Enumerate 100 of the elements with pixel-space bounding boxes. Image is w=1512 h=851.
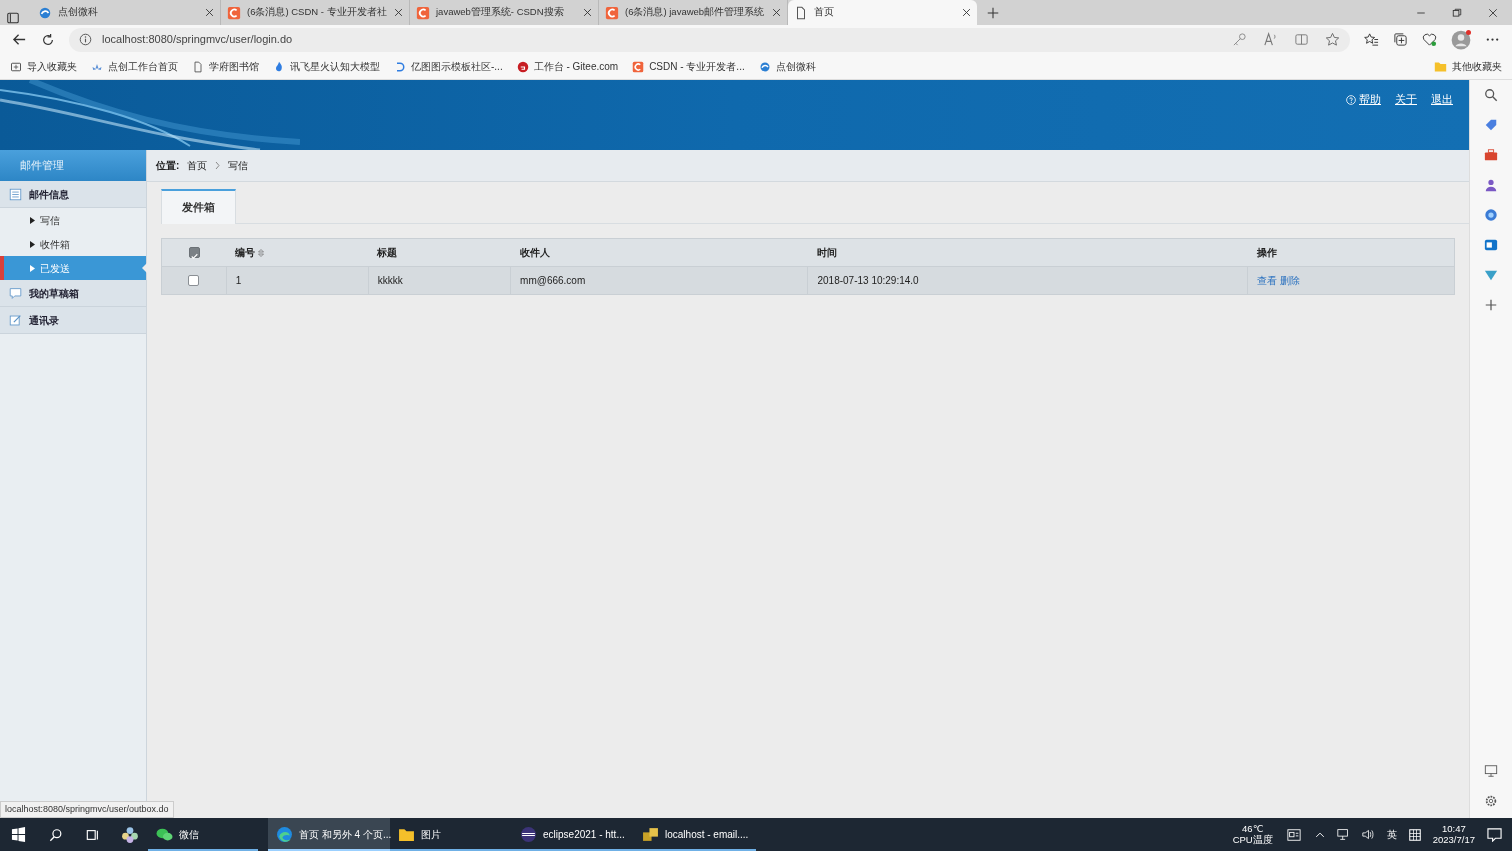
clock-time[interactable]: 10:47 xyxy=(1441,823,1466,835)
bookmark[interactable]: 点创微科 xyxy=(758,59,816,74)
table-cell: mm@666.com xyxy=(520,274,586,286)
heart-pulse-icon[interactable] xyxy=(1422,32,1437,47)
info-icon xyxy=(79,33,92,46)
bookmark[interactable]: 导入收藏夹 xyxy=(10,59,77,74)
new-tab-icon[interactable] xyxy=(987,7,999,19)
plus-icon[interactable] xyxy=(1484,298,1498,312)
edit-icon xyxy=(9,313,22,327)
flower-icon[interactable] xyxy=(120,825,139,844)
taskbar-app[interactable]: localhost - email.... xyxy=(634,818,756,851)
address-bar[interactable]: localhost:8080/springmvc/user/login.do xyxy=(69,27,1350,52)
boxes-icon xyxy=(642,826,659,843)
caret-icon xyxy=(30,264,35,272)
caret-icon xyxy=(30,240,35,248)
circle-icon[interactable] xyxy=(1484,208,1498,222)
keyboard-grid-icon[interactable] xyxy=(1408,828,1421,841)
bookmark[interactable]: 学府图书馆 xyxy=(192,59,259,74)
column-header: 时间 xyxy=(816,246,837,258)
close-icon[interactable] xyxy=(772,8,781,17)
volume-icon[interactable] xyxy=(1361,828,1375,841)
sidebar-group[interactable]: 通讯录 xyxy=(0,307,146,334)
restore-icon[interactable] xyxy=(1452,7,1462,18)
cpu-label: CPU温度 xyxy=(1232,834,1273,846)
collections-icon[interactable] xyxy=(1393,32,1408,47)
close-icon[interactable] xyxy=(205,8,214,17)
swirl-icon xyxy=(758,60,771,73)
windows-icon[interactable] xyxy=(11,827,26,842)
header-link[interactable]: 帮助 xyxy=(1346,92,1381,108)
chat-icon xyxy=(9,286,22,300)
help-icon xyxy=(1346,94,1356,105)
mail-icon[interactable] xyxy=(1484,238,1498,252)
tab[interactable]: 发件箱 xyxy=(161,189,236,224)
triangle-icon[interactable] xyxy=(1484,268,1498,282)
bookmark[interactable]: CSDN - 专业开发者... xyxy=(632,59,745,74)
sidebar-item[interactable]: 写信 xyxy=(0,208,146,232)
clock-date[interactable]: 2023/7/17 xyxy=(1432,834,1475,846)
gitee-icon xyxy=(516,60,529,73)
caret-icon xyxy=(30,216,35,224)
tab-actions-icon[interactable] xyxy=(6,11,20,25)
column-header[interactable]: 编号 xyxy=(235,246,256,258)
import-icon xyxy=(10,60,22,73)
bookmark[interactable]: 点创工作台首页 xyxy=(91,59,178,74)
refresh-icon[interactable] xyxy=(41,32,55,47)
close-icon[interactable] xyxy=(1488,7,1498,18)
table-cell: 2018-07-13 10:29:14.0 xyxy=(817,274,919,286)
bookmark[interactable]: 亿图图示模板社区-... xyxy=(394,59,503,74)
person-icon[interactable] xyxy=(1484,178,1498,192)
key-icon[interactable] xyxy=(1232,32,1247,47)
page-icon xyxy=(192,60,204,73)
checkbox[interactable] xyxy=(188,247,200,259)
back-icon[interactable] xyxy=(12,32,27,47)
network-icon[interactable] xyxy=(1336,828,1350,841)
action-link[interactable]: 查看 xyxy=(1257,274,1278,286)
header-link[interactable]: 关于 xyxy=(1395,92,1417,108)
table-cell: kkkkk xyxy=(377,274,403,286)
taskbar-app[interactable]: 微信 xyxy=(148,818,258,851)
bookmark[interactable]: 工作台 - Gitee.com xyxy=(516,59,619,74)
page-icon xyxy=(794,5,808,20)
column-header: 操作 xyxy=(1256,246,1277,258)
breadcrumb-link[interactable]: 写信 xyxy=(228,158,249,173)
settings-icon[interactable] xyxy=(1484,794,1498,808)
sidebar-item[interactable]: 收件箱 xyxy=(0,232,146,256)
c-logo-icon xyxy=(632,60,645,73)
news-icon[interactable] xyxy=(1284,827,1303,842)
profile-icon[interactable] xyxy=(1451,29,1471,50)
folder-icon xyxy=(398,826,415,843)
c-logo-icon xyxy=(605,5,619,20)
taskbar-app[interactable]: 图片 xyxy=(390,818,512,851)
sidebar-group[interactable]: 我的草稿箱 xyxy=(0,280,146,307)
browser-tab[interactable]: 首页 xyxy=(788,0,977,25)
breadcrumb-link[interactable]: 首页 xyxy=(187,158,208,173)
folder-icon xyxy=(1434,60,1447,73)
star-icon[interactable] xyxy=(1325,32,1340,47)
header-link[interactable]: 退出 xyxy=(1431,92,1453,108)
read-aloud-icon[interactable] xyxy=(1263,32,1278,47)
status-url: localhost:8080/springmvc/user/outbox.do xyxy=(0,800,174,818)
close-icon[interactable] xyxy=(583,8,592,17)
taskbar-app[interactable]: eclipse2021 - htt... xyxy=(512,818,634,851)
bookmark[interactable]: 讯飞星火认知大模型 xyxy=(273,59,380,74)
checkbox[interactable] xyxy=(188,275,200,287)
taskbar-app[interactable]: 首页 和另外 4 个页... xyxy=(268,818,390,851)
bookmark-folder[interactable]: 其他收藏夹 xyxy=(1434,59,1502,74)
input-method-indicator[interactable]: 英 xyxy=(1386,827,1397,842)
close-icon[interactable] xyxy=(394,8,403,17)
action-link[interactable]: 删除 xyxy=(1280,274,1301,286)
favorites-icon[interactable] xyxy=(1364,32,1379,47)
toolbox-icon[interactable] xyxy=(1484,148,1498,162)
screen-icon[interactable] xyxy=(1484,764,1498,778)
swirl-icon xyxy=(38,5,52,20)
chevron-icon xyxy=(215,162,221,169)
task-view-icon[interactable] xyxy=(85,827,100,842)
notifications-icon[interactable] xyxy=(1487,827,1502,842)
sidebar-group[interactable]: 邮件信息 xyxy=(0,181,146,208)
tag-icon[interactable] xyxy=(1484,118,1498,132)
search-icon[interactable] xyxy=(48,827,63,842)
c-logo-icon xyxy=(227,5,241,20)
book-icon[interactable] xyxy=(1294,32,1309,47)
close-icon[interactable] xyxy=(962,8,971,17)
search-icon[interactable] xyxy=(1484,88,1498,102)
